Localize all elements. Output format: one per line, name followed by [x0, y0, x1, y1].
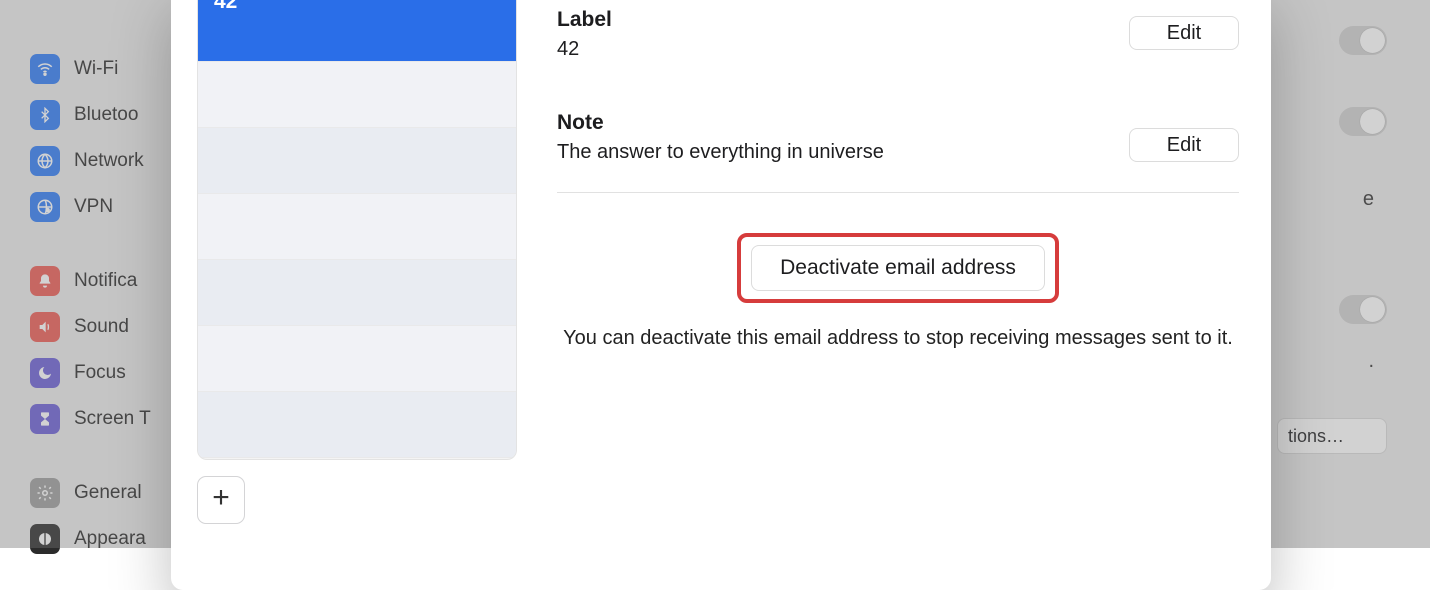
deactivate-description: You can deactivate this email address to… [557, 325, 1239, 352]
email-alias-list: 42 [197, 0, 517, 460]
hide-my-email-panel: 42 + Edit Label 42 Edit Note The answer … [171, 0, 1271, 590]
alias-detail-pane: Edit Label 42 Edit Note The answer to ev… [557, 0, 1239, 590]
section-divider [557, 192, 1239, 193]
edit-label-button[interactable]: Edit [1129, 16, 1239, 50]
annotation-highlight: Deactivate email address [737, 233, 1059, 303]
edit-note-button[interactable]: Edit [1129, 128, 1239, 162]
email-alias-row[interactable] [198, 326, 516, 392]
email-alias-row[interactable] [198, 194, 516, 260]
deactivate-email-button[interactable]: Deactivate email address [751, 245, 1045, 291]
deactivate-section: Deactivate email address You can deactiv… [557, 233, 1239, 352]
email-alias-row[interactable] [198, 392, 516, 458]
email-alias-row[interactable] [198, 128, 516, 194]
email-alias-row-selected[interactable]: 42 [198, 0, 516, 62]
email-alias-row[interactable] [198, 62, 516, 128]
email-alias-row[interactable] [198, 260, 516, 326]
add-alias-button[interactable]: + [197, 476, 245, 524]
email-alias-label: 42 [214, 0, 237, 14]
